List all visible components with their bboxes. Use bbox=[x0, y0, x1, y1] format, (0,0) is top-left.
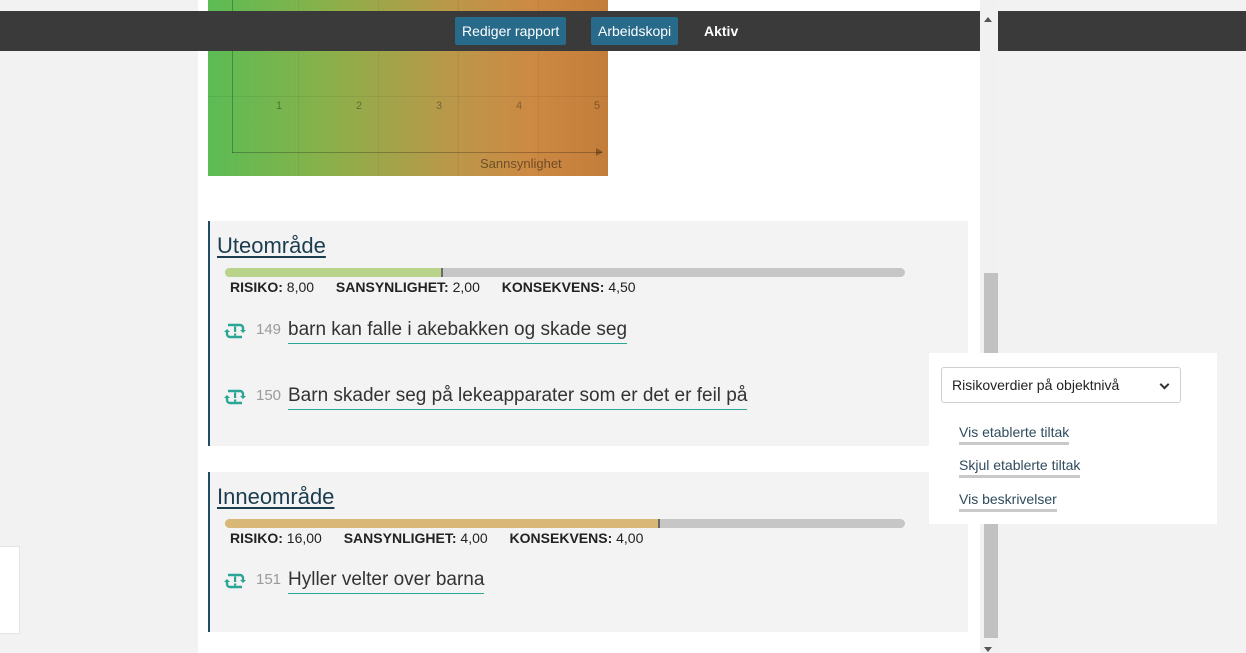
risk-level-select-value: Risikoverdier på objektnivå bbox=[952, 377, 1120, 393]
konsekvens-label: KONSEKVENS: bbox=[501, 279, 605, 295]
risk-metrics: RISIKO: 16,00 SANSYNLIGHET: 4,00 KONSEKV… bbox=[230, 530, 643, 546]
risk-item-number: 149 bbox=[256, 321, 282, 338]
sannsynlighet-label: SANSYNLIGHET: bbox=[335, 279, 449, 295]
matrix-x-tick: 4 bbox=[516, 100, 523, 112]
chevron-down-icon bbox=[1159, 379, 1170, 390]
matrix-x-tick: 2 bbox=[356, 100, 363, 112]
matrix-row-line bbox=[208, 96, 608, 97]
scroll-up-arrow[interactable] bbox=[984, 17, 992, 22]
risk-item-link[interactable]: Hyller velter over barna bbox=[288, 569, 485, 594]
risiko-value: 16,00 bbox=[286, 530, 322, 546]
risiko-label: RISIKO: bbox=[230, 279, 283, 295]
matrix-x-tick: 1 bbox=[276, 100, 283, 112]
risk-cycle-icon bbox=[224, 571, 246, 591]
scroll-down-arrow[interactable] bbox=[984, 647, 992, 652]
konsekvens-value: 4,50 bbox=[608, 279, 636, 295]
konsekvens-label: KONSEKVENS: bbox=[509, 530, 613, 546]
risk-cycle-icon bbox=[224, 387, 246, 407]
risk-item-number: 151 bbox=[256, 571, 282, 588]
matrix-x-axis bbox=[232, 152, 602, 153]
sannsynlighet-value: 4,00 bbox=[460, 530, 488, 546]
top-toolbar: Rediger rapport Arbeidskopi Aktiv bbox=[0, 11, 1246, 51]
risiko-value: 8,00 bbox=[286, 279, 315, 295]
scrollbar[interactable] bbox=[980, 0, 998, 653]
konsekvens-value: 4,00 bbox=[616, 530, 644, 546]
sannsynlighet-label: SANSYNLIGHET: bbox=[343, 530, 457, 546]
risk-metrics: RISIKO: 8,00 SANSYNLIGHET: 2,00 KONSEKVE… bbox=[230, 279, 636, 295]
report-page: 1 2 3 4 5 Sannsynlighet Uteområde RISIKO… bbox=[198, 0, 980, 653]
risk-progress-fill bbox=[225, 268, 443, 277]
edit-report-button[interactable]: Rediger rapport bbox=[455, 17, 567, 45]
matrix-x-arrow bbox=[596, 148, 603, 156]
hide-established-measures-link[interactable]: Skjul etablerte tiltak bbox=[959, 457, 1081, 478]
risk-item-link[interactable]: Barn skader seg på lekeapparater som er … bbox=[288, 385, 748, 410]
section-title-link[interactable]: Uteområde bbox=[217, 233, 326, 259]
show-descriptions-link[interactable]: Vis beskrivelser bbox=[959, 491, 1057, 512]
section-title-link[interactable]: Inneområde bbox=[217, 484, 334, 510]
risk-cycle-icon bbox=[224, 321, 246, 341]
risk-progress-bar bbox=[225, 268, 905, 277]
risk-progress-fill bbox=[225, 519, 661, 528]
show-established-measures-link[interactable]: Vis etablerte tiltak bbox=[959, 424, 1070, 445]
matrix-x-tick: 5 bbox=[594, 100, 601, 112]
risk-level-select[interactable]: Risikoverdier på objektnivå bbox=[941, 367, 1181, 403]
status-label: Aktiv bbox=[704, 23, 739, 39]
sannsynlighet-value: 2,00 bbox=[452, 279, 480, 295]
left-side-tab bbox=[0, 546, 20, 634]
matrix-x-tick: 3 bbox=[436, 100, 443, 112]
risk-item-link[interactable]: barn kan falle i akebakken og skade seg bbox=[288, 319, 628, 344]
working-copy-button[interactable]: Arbeidskopi bbox=[591, 17, 679, 45]
view-options-panel: Risikoverdier på objektnivå Vis etablert… bbox=[929, 353, 1217, 524]
risiko-label: RISIKO: bbox=[230, 530, 283, 546]
risk-item-number: 150 bbox=[256, 387, 282, 404]
risk-area-section: Inneområde RISIKO: 16,00 SANSYNLIGHET: 4… bbox=[208, 472, 968, 632]
risk-progress-bar bbox=[225, 519, 905, 528]
risk-area-section: Uteområde RISIKO: 8,00 SANSYNLIGHET: 2,0… bbox=[208, 221, 968, 446]
matrix-x-label: Sannsynlighet bbox=[480, 156, 562, 171]
